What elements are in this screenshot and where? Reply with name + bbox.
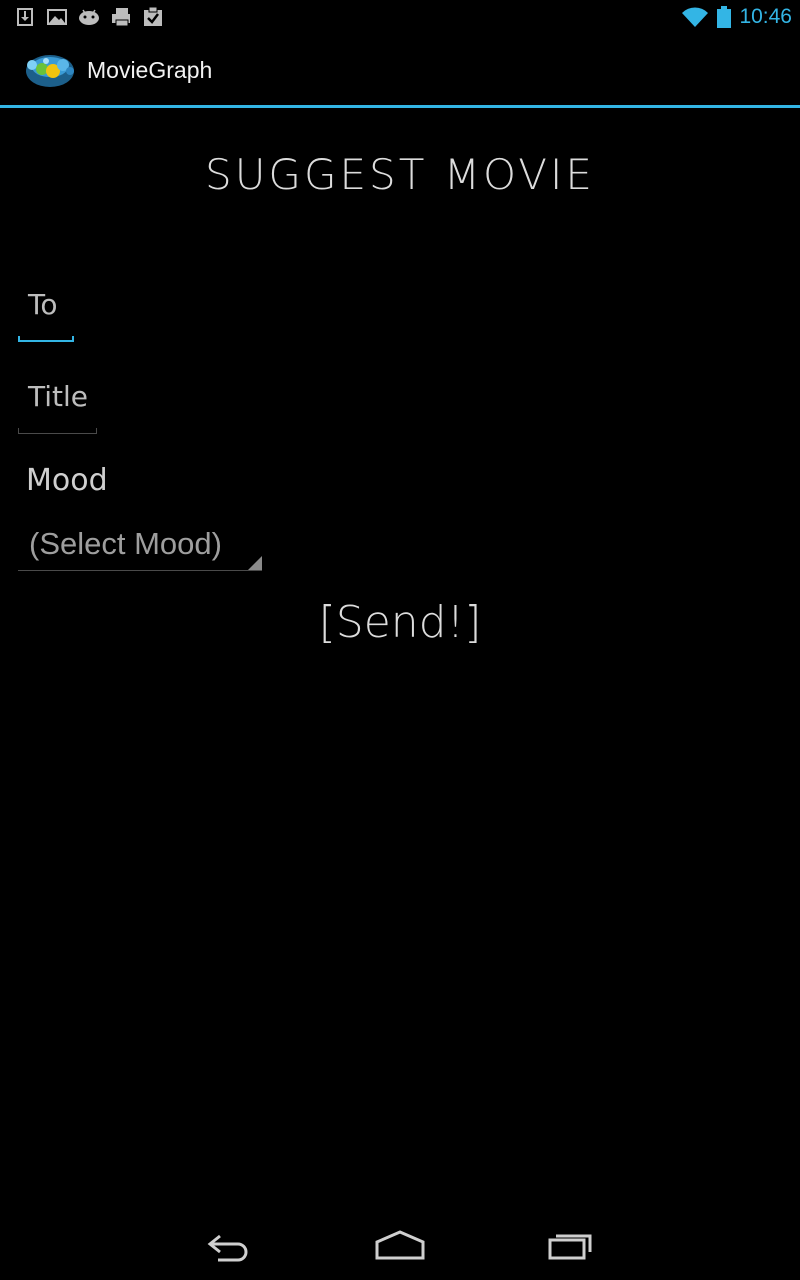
printer-icon	[112, 8, 130, 27]
battery-icon	[717, 6, 732, 28]
clock: 10:46	[739, 5, 792, 28]
title-field-tick-left	[18, 428, 19, 434]
app-title: MovieGraph	[87, 57, 213, 83]
mood-spinner[interactable]: (Select Mood)	[18, 520, 262, 571]
recent-apps-icon[interactable]	[540, 1224, 600, 1264]
android-icon	[79, 9, 99, 25]
page-title: SUGGEST MOVIE	[205, 150, 595, 199]
navigation-bar	[0, 1208, 800, 1280]
title-field[interactable]: Title	[18, 374, 97, 434]
screen: 10:46 MovieGraph SUGGEST MOVIE To Title …	[0, 0, 800, 1280]
action-bar: MovieGraph	[0, 33, 800, 108]
clipboard-check-icon	[144, 6, 162, 26]
to-field[interactable]: To	[18, 282, 74, 342]
mood-spinner-value: (Select Mood)	[29, 526, 222, 561]
title-field-tick-right	[96, 428, 97, 434]
status-bar: 10:46	[0, 0, 800, 33]
title-field-placeholder: Title	[28, 380, 89, 413]
title-field-underline	[18, 433, 97, 434]
wifi-icon	[682, 7, 709, 27]
home-icon[interactable]	[370, 1224, 430, 1264]
to-field-underline	[18, 340, 74, 342]
notification-icons	[14, 4, 164, 30]
image-icon	[47, 9, 67, 25]
to-field-tick-right	[72, 336, 74, 342]
system-indicators: 10:46	[681, 2, 792, 32]
send-button[interactable]: [Send!]	[300, 588, 500, 658]
mood-label: Mood	[26, 463, 108, 498]
to-field-tick-left	[18, 336, 20, 342]
spinner-arrow-icon	[248, 556, 262, 570]
to-field-placeholder: To	[28, 288, 58, 321]
back-icon[interactable]	[200, 1224, 260, 1264]
download-icon	[17, 8, 33, 26]
moviegraph-logo-icon[interactable]	[18, 47, 78, 91]
